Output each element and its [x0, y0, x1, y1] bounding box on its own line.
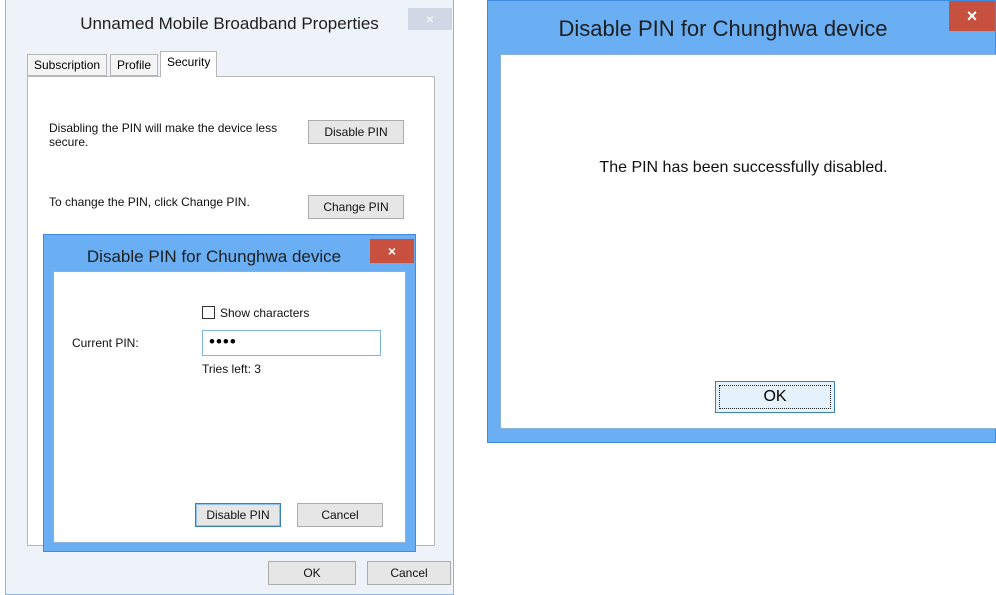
- change-pin-description: To change the PIN, click Change PIN.: [49, 195, 250, 209]
- tries-left-text: Tries left: 3: [202, 362, 261, 376]
- current-pin-label: Current PIN:: [72, 336, 139, 350]
- disable-pin-dialog: Disable PIN for Chunghwa device × Show c…: [43, 234, 416, 552]
- close-icon: ×: [425, 11, 435, 27]
- show-characters-checkbox[interactable]: [202, 306, 215, 319]
- close-icon: ×: [966, 6, 978, 26]
- cancel-button[interactable]: Cancel: [367, 561, 451, 585]
- properties-close-button[interactable]: ×: [408, 8, 452, 30]
- tab-subscription[interactable]: Subscription: [27, 54, 108, 76]
- ok-button[interactable]: OK: [268, 561, 356, 585]
- result-dialog-body: The PIN has been successfully disabled. …: [500, 54, 996, 429]
- disable-pin-button[interactable]: Disable PIN: [308, 120, 404, 144]
- current-pin-input[interactable]: ••••: [202, 330, 381, 356]
- tab-profile[interactable]: Profile: [110, 54, 159, 76]
- result-ok-button[interactable]: OK: [715, 381, 835, 413]
- close-icon: ×: [387, 243, 397, 259]
- pin-disabled-dialog: Disable PIN for Chunghwa device × The PI…: [487, 0, 996, 443]
- change-pin-button[interactable]: Change PIN: [308, 195, 404, 219]
- properties-titlebar: Unnamed Mobile Broadband Properties ×: [6, 0, 453, 46]
- pin-dialog-cancel-button[interactable]: Cancel: [297, 503, 383, 527]
- pin-dialog-disable-button[interactable]: Disable PIN: [195, 503, 281, 527]
- pin-dialog-body: Show characters Current PIN: •••• Tries …: [53, 271, 406, 543]
- show-characters-label: Show characters: [220, 306, 310, 320]
- success-message: The PIN has been successfully disabled.: [599, 159, 888, 176]
- properties-title: Unnamed Mobile Broadband Properties: [80, 14, 379, 33]
- result-dialog-close-button[interactable]: ×: [949, 1, 995, 31]
- tab-security[interactable]: Security: [160, 51, 218, 77]
- pin-dialog-title: Disable PIN for Chunghwa device: [86, 247, 342, 266]
- result-dialog-title: Disable PIN for Chunghwa device: [558, 16, 888, 41]
- pin-dialog-close-button[interactable]: ×: [370, 239, 414, 263]
- result-ok-label: OK: [719, 385, 831, 409]
- disable-pin-description: Disabling the PIN will make the device l…: [49, 121, 278, 149]
